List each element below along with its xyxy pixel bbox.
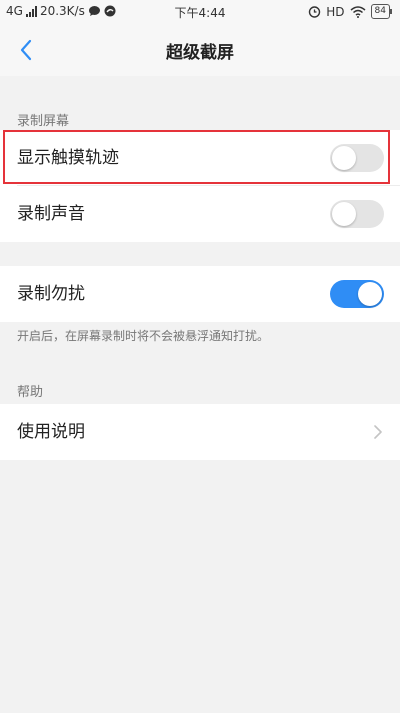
hd-indicator: HD xyxy=(326,4,345,19)
toggle-show-touch-track[interactable] xyxy=(330,144,384,172)
setting-row-instructions[interactable]: 使用说明 xyxy=(0,404,400,460)
setting-row-record-sound[interactable]: 录制声音 xyxy=(0,186,400,242)
section-label-recording: 录制屏幕 xyxy=(17,114,70,129)
setting-row-do-not-disturb[interactable]: 录制勿扰 xyxy=(0,266,400,322)
status-bar: 4G 20.3K/s 下午4:44 HD 84 xyxy=(0,0,400,24)
nav-bar: 超级截屏 xyxy=(0,24,400,76)
do-not-disturb-description: 开启后，在屏幕录制时将不会被悬浮通知打扰。 xyxy=(17,329,270,343)
toggle-record-sound[interactable] xyxy=(330,200,384,228)
chevron-right-icon xyxy=(374,425,382,439)
battery-icon: 84 xyxy=(370,4,393,19)
setting-label-record-sound: 录制声音 xyxy=(17,204,85,224)
page-title: 超级截屏 xyxy=(166,43,234,63)
setting-label-show-touch-track: 显示触摸轨迹 xyxy=(17,148,119,168)
alarm-icon xyxy=(309,6,321,18)
status-right: HD 84 xyxy=(308,4,393,19)
toggle-do-not-disturb[interactable] xyxy=(330,280,384,308)
section-label-help: 帮助 xyxy=(17,385,44,400)
setting-row-show-touch-track[interactable]: 显示触摸轨迹 xyxy=(0,130,400,186)
setting-label-do-not-disturb: 录制勿扰 xyxy=(17,284,85,304)
setting-label-instructions: 使用说明 xyxy=(17,422,85,442)
wifi-icon xyxy=(350,5,366,18)
